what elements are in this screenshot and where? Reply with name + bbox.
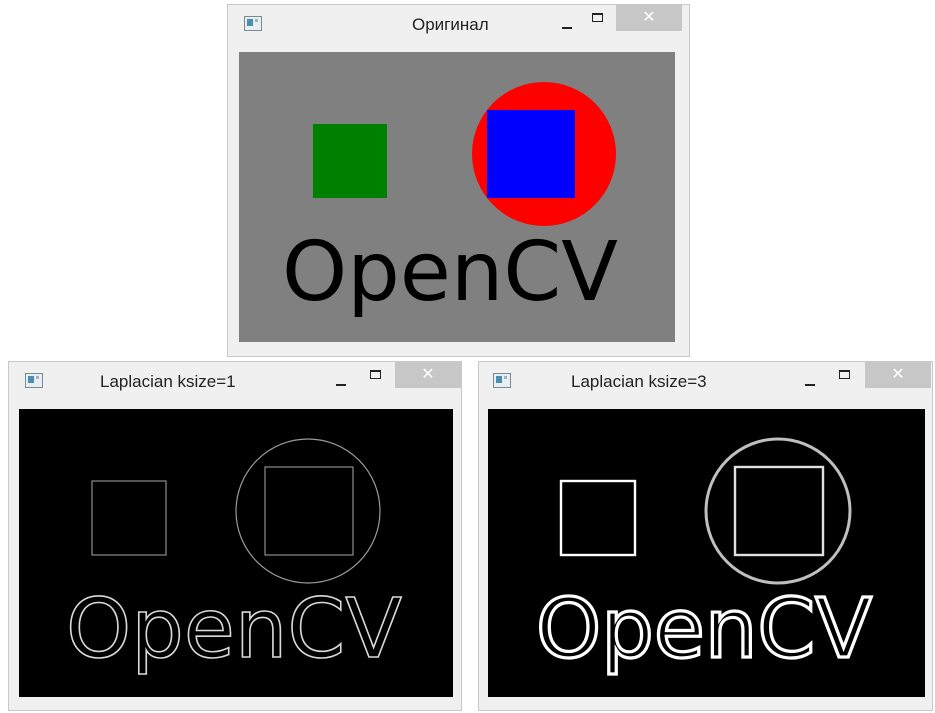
window-title: Laplacian ksize=3 bbox=[571, 372, 707, 391]
blue-square-edge bbox=[733, 465, 825, 557]
green-square bbox=[313, 124, 387, 198]
red-circle-edge bbox=[704, 437, 852, 585]
red-circle-edge bbox=[235, 438, 381, 584]
original-image: OpenCV bbox=[282, 82, 618, 320]
window-title: Оригинал bbox=[412, 15, 489, 34]
blue-square bbox=[487, 110, 575, 198]
close-button[interactable]: ✕ bbox=[395, 362, 461, 388]
image-view-laplacian-ksize-1: OpenCV bbox=[19, 409, 453, 697]
window-original: Оригинал ✕ OpenCV bbox=[227, 4, 690, 357]
minimize-icon[interactable] bbox=[335, 375, 347, 387]
laplacian-ksize-3-image: OpenCV bbox=[534, 437, 874, 679]
titlebar-laplacian-ksize-3[interactable]: Laplacian ksize=3 ✕ bbox=[479, 362, 932, 400]
app-icon[interactable] bbox=[25, 373, 43, 388]
green-square-edge bbox=[559, 479, 637, 557]
window-laplacian-ksize-1: Laplacian ksize=1 ✕ OpenCV bbox=[8, 361, 462, 711]
close-button[interactable]: ✕ bbox=[865, 362, 931, 388]
opencv-text: OpenCV bbox=[282, 225, 618, 320]
blue-square-edge bbox=[264, 466, 354, 556]
close-button[interactable]: ✕ bbox=[616, 5, 682, 31]
titlebar-original[interactable]: Оригинал ✕ bbox=[228, 5, 689, 43]
image-view-original: OpenCV bbox=[239, 52, 675, 342]
titlebar-laplacian-ksize-1[interactable]: Laplacian ksize=1 ✕ bbox=[9, 362, 461, 400]
image-view-laplacian-ksize-3: OpenCV bbox=[488, 409, 925, 697]
app-icon[interactable] bbox=[493, 373, 511, 388]
minimize-icon[interactable] bbox=[561, 18, 573, 30]
opencv-text-edge: OpenCV bbox=[536, 582, 872, 677]
maximize-icon[interactable] bbox=[592, 13, 603, 22]
opencv-text-edge: OpenCV bbox=[66, 582, 402, 677]
window-title: Laplacian ksize=1 bbox=[100, 372, 236, 391]
maximize-icon[interactable] bbox=[839, 370, 850, 379]
window-laplacian-ksize-3: Laplacian ksize=3 ✕ OpenCV bbox=[478, 361, 933, 711]
app-icon[interactable] bbox=[244, 16, 262, 31]
minimize-icon[interactable] bbox=[804, 375, 816, 387]
green-square-edge bbox=[91, 480, 167, 556]
laplacian-ksize-1-image: OpenCV bbox=[65, 438, 403, 678]
maximize-icon[interactable] bbox=[370, 370, 381, 379]
